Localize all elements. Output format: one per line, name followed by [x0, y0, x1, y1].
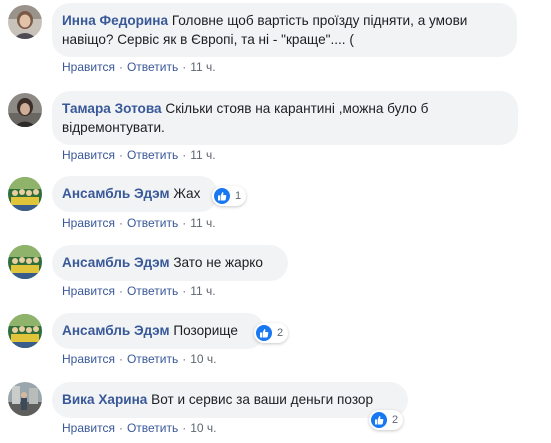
separator-dot: · [118, 284, 123, 298]
like-icon [214, 188, 230, 204]
reaction-count-value: 2 [277, 327, 284, 339]
comment-author[interactable]: Ансамбль Эдэм [62, 323, 170, 338]
group-photo-avatar-icon [8, 245, 42, 279]
separator-dot: · [118, 60, 123, 74]
separator-dot: · [182, 60, 187, 74]
woman-portrait-avatar-icon [8, 5, 42, 39]
like-link[interactable]: Нравится [62, 148, 115, 162]
comment-author[interactable]: Ансамбль Эдэм [62, 186, 170, 201]
separator-dot: · [118, 148, 123, 162]
timestamp[interactable]: 10 ч. [190, 352, 216, 366]
comment-text: Вот и сервис за ваши деньги позор [151, 392, 374, 407]
avatar[interactable] [8, 177, 42, 211]
reply-link[interactable]: Ответить [127, 421, 178, 435]
comment-bubble: Ансамбль Эдэм Зато не жарко [52, 245, 288, 281]
like-link[interactable]: Нравится [62, 216, 115, 230]
timestamp[interactable]: 11 ч. [190, 60, 215, 74]
timestamp[interactable]: 11 ч. [190, 148, 215, 162]
like-link[interactable]: Нравится [62, 421, 115, 435]
reply-link[interactable]: Ответить [127, 284, 178, 298]
like-link[interactable]: Нравится [62, 60, 115, 74]
comment-author[interactable]: Ансамбль Эдэм [62, 255, 170, 270]
comment-bubble: Ансамбль Эдэм Позорище [52, 313, 265, 349]
like-link[interactable]: Нравится [62, 352, 115, 366]
avatar[interactable] [8, 382, 42, 416]
timestamp[interactable]: 10 ч. [190, 421, 216, 435]
separator-dot: · [182, 216, 187, 230]
separator-dot: · [182, 148, 187, 162]
reply-link[interactable]: Ответить [127, 148, 178, 162]
timestamp[interactable]: 11 ч. [190, 216, 215, 230]
separator-dot: · [182, 352, 187, 366]
reaction-count-value: 2 [392, 414, 399, 426]
comment-actions: Нравится · Ответить · 11 ч. [62, 283, 216, 299]
group-photo-avatar-icon [8, 314, 42, 348]
comment-bubble: Вика Харина Вот и сервис за ваши деньги … [52, 382, 408, 418]
reaction-count[interactable]: 2 [254, 323, 289, 343]
comment-bubble: Инна Федорина Головне щоб вартість проїз… [52, 3, 517, 57]
reaction-count-value: 1 [235, 190, 242, 202]
like-icon [256, 325, 272, 341]
comment-actions: Нравится · Ответить · 10 ч. [62, 351, 217, 367]
avatar[interactable] [8, 245, 42, 279]
like-link[interactable]: Нравится [62, 284, 115, 298]
comment-actions: Нравится · Ответить · 10 ч. [62, 420, 217, 436]
like-icon [371, 412, 387, 428]
comment-author[interactable]: Инна Федорина [62, 13, 168, 28]
separator-dot: · [118, 421, 123, 435]
street-photo-avatar-icon [8, 382, 42, 416]
comment-text: Позорище [173, 323, 238, 338]
avatar[interactable] [8, 93, 42, 127]
comment-author[interactable]: Тамара Зотова [62, 101, 162, 116]
comment-actions: Нравится · Ответить · 11 ч. [62, 147, 216, 163]
reaction-count[interactable]: 2 [369, 410, 404, 430]
avatar[interactable] [8, 5, 42, 39]
group-photo-avatar-icon [8, 177, 42, 211]
comment-bubble: Ансамбль Эдэм Жах [52, 176, 218, 212]
timestamp[interactable]: 11 ч. [190, 284, 215, 298]
comment-bubble: Тамара Зотова Скільки стояв на карантині… [52, 91, 518, 145]
separator-dot: · [182, 284, 187, 298]
comment-text: Жах [173, 186, 201, 201]
avatar[interactable] [8, 314, 42, 348]
separator-dot: · [118, 352, 123, 366]
reply-link[interactable]: Ответить [127, 216, 178, 230]
reaction-count[interactable]: 1 [212, 186, 247, 206]
reply-link[interactable]: Ответить [127, 352, 178, 366]
comment-text: Зато не жарко [173, 255, 263, 270]
separator-dot: · [118, 216, 123, 230]
reply-link[interactable]: Ответить [127, 60, 178, 74]
comment-actions: Нравится · Ответить · 11 ч. [62, 215, 216, 231]
comment-author[interactable]: Вика Харина [62, 392, 147, 407]
separator-dot: · [182, 421, 187, 435]
comment-actions: Нравится · Ответить · 11 ч. [62, 59, 216, 75]
woman-portrait-avatar-icon [8, 93, 42, 127]
